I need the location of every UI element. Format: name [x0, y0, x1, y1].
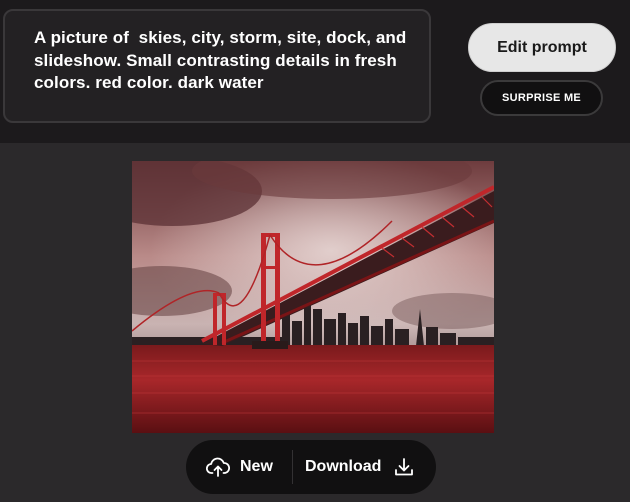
divider [292, 450, 293, 484]
prompt-text: A picture of skies, city, storm, site, d… [34, 28, 412, 92]
new-button-label: New [240, 458, 273, 475]
download-button-label: Download [305, 458, 382, 475]
generated-image [132, 161, 494, 433]
download-icon [393, 456, 415, 478]
surprise-me-button[interactable]: SURPRISE ME [480, 80, 603, 116]
download-button[interactable]: Download [305, 440, 423, 494]
cloud-upload-icon [206, 457, 230, 477]
bridge-cityscape-image [132, 161, 494, 433]
image-action-bar: New Download [186, 440, 436, 494]
new-button[interactable]: New [206, 440, 286, 494]
edit-prompt-button[interactable]: Edit prompt [468, 23, 616, 72]
